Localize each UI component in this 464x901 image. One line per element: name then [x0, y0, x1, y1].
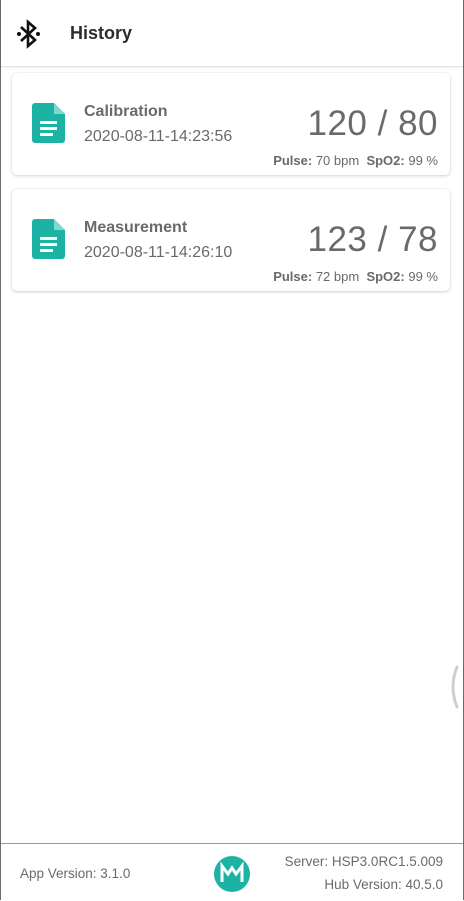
blood-pressure-value: 120 / 80: [307, 104, 438, 143]
pulse-value: 72 bpm: [315, 269, 360, 284]
document-icon: [32, 219, 65, 259]
maxim-logo: [214, 856, 250, 892]
app-version: App Version: 3.1.0: [20, 866, 131, 881]
server-version: Server: HSP3.0RC1.5.009: [284, 854, 443, 869]
vitals-summary: Pulse: 72 bpm SpO2: 99 %: [273, 269, 438, 284]
spo2-value: 99 %: [408, 153, 438, 168]
blood-pressure-value: 123 / 78: [307, 220, 438, 259]
vitals-summary: Pulse: 70 bpm SpO2: 99 %: [273, 153, 438, 168]
spo2-label: SpO2:: [366, 153, 405, 168]
bluetooth-icon[interactable]: [15, 19, 43, 49]
history-record-card[interactable]: Calibration 2020-08-11-14:23:56 120 / 80…: [12, 73, 450, 175]
document-icon: [32, 103, 65, 143]
pulse-label: Pulse:: [273, 269, 313, 284]
edge-swipe-handle[interactable]: [447, 665, 461, 709]
record-type: Measurement: [84, 219, 188, 236]
app-footer: App Version: 3.1.0 Server: HSP3.0RC1.5.0…: [1, 843, 463, 901]
page-title: History: [70, 23, 133, 43]
record-timestamp: 2020-08-11-14:26:10: [84, 244, 233, 261]
hub-version: Hub Version: 40.5.0: [324, 877, 443, 892]
spo2-label: SpO2:: [366, 269, 405, 284]
record-timestamp: 2020-08-11-14:23:56: [84, 128, 233, 145]
history-record-card[interactable]: Measurement 2020-08-11-14:26:10 123 / 78…: [12, 189, 450, 291]
pulse-value: 70 bpm: [315, 153, 360, 168]
pulse-label: Pulse:: [273, 153, 313, 168]
spo2-value: 99 %: [408, 269, 438, 284]
record-type: Calibration: [84, 103, 168, 120]
app-header: History: [1, 0, 463, 67]
